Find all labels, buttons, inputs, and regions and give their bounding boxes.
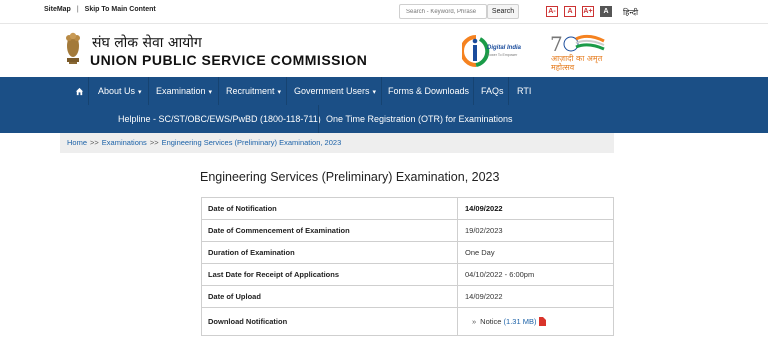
nav-item-about-us[interactable]: About Us ▾ xyxy=(98,77,142,105)
pdf-icon[interactable] xyxy=(539,317,547,327)
table-row: Date of Upload 14/09/2022 xyxy=(201,285,614,308)
table-row: Last Date for Receipt of Applications 04… xyxy=(201,263,614,286)
digital-india-tagline: Power To Empower xyxy=(487,53,518,57)
table-row: Date of Commencement of Examination 19/0… xyxy=(201,219,614,242)
row-label: Date of Commencement of Examination xyxy=(201,219,458,242)
row-label: Duration of Examination xyxy=(201,241,458,264)
digital-india-logo-icon[interactable] xyxy=(462,31,522,71)
utility-links: SiteMap | Skip To Main Content xyxy=(44,6,156,13)
search-input[interactable] xyxy=(399,4,487,19)
nav-item-recruitment[interactable]: Recruitment ▾ xyxy=(226,77,281,105)
breadcrumb-separator: >> xyxy=(90,138,99,147)
azadi-text: आज़ादी का अमृत महोत्सव xyxy=(551,54,603,72)
home-icon xyxy=(75,88,83,96)
breadcrumb-home[interactable]: Home xyxy=(67,138,87,147)
site-title: UNION PUBLIC SERVICE COMMISSION xyxy=(90,52,368,68)
nav-item-examination[interactable]: Examination ▾ xyxy=(156,77,212,105)
table-row: Date of Notification 14/09/2022 xyxy=(201,197,614,220)
nav-divider xyxy=(508,77,509,105)
skip-to-main-link[interactable]: Skip To Main Content xyxy=(85,6,156,13)
nav-item-faqs[interactable]: FAQs xyxy=(481,77,504,105)
exam-info-table: Date of Notification 14/09/2022 Date of … xyxy=(201,197,614,336)
chevron-down-icon: ▾ xyxy=(372,89,377,96)
row-label: Date of Upload xyxy=(201,285,458,308)
nav-item-otr[interactable]: One Time Registration (OTR) for Examinat… xyxy=(326,105,513,133)
nav-divider xyxy=(473,77,474,105)
download-cell: » Notice (1.31 MB) xyxy=(457,307,614,336)
row-label: Last Date for Receipt of Applications xyxy=(201,263,458,286)
font-decrease-button[interactable]: A- xyxy=(546,6,558,17)
row-label: Download Notification xyxy=(201,307,458,336)
nav-row-primary: About Us ▾ Examination ▾ Recruitment ▾ Gove… xyxy=(0,77,768,105)
nav-divider xyxy=(218,77,219,105)
site-header: संघ लोक सेवा आयोग UNION PUBLIC SERVICE C… xyxy=(0,24,768,77)
nav-divider xyxy=(381,77,382,105)
notice-link-text[interactable]: Notice xyxy=(480,317,501,326)
row-value: 19/02/2023 xyxy=(457,219,614,242)
breadcrumb: Home >> Examinations >> Engineering Services… xyxy=(60,133,614,153)
nav-home[interactable] xyxy=(72,77,86,105)
breadcrumb-examinations[interactable]: Examinations xyxy=(102,138,147,147)
bullet-arrow: » xyxy=(472,316,477,326)
nav-item-government-users[interactable]: Government Users ▾ xyxy=(294,77,376,105)
language-hindi-link[interactable]: हिन्दी xyxy=(623,7,638,18)
svg-text:7: 7 xyxy=(550,32,563,56)
row-value: One Day xyxy=(457,241,614,264)
nav-item-helpline[interactable]: Helpline - SC/ST/OBC/EWS/PwBD (1800-118-… xyxy=(118,105,321,133)
row-label: Date of Notification xyxy=(201,197,458,220)
sitemap-link[interactable]: SiteMap xyxy=(44,6,71,13)
nav-divider xyxy=(286,77,287,105)
font-increase-button[interactable]: A+ xyxy=(582,6,594,17)
table-row: Download Notification » Notice (1.31 MB) xyxy=(201,307,614,336)
digital-india-label: Digital India xyxy=(487,45,522,51)
table-row: Duration of Examination One Day xyxy=(201,241,614,264)
nav-divider xyxy=(88,77,89,105)
nav-divider xyxy=(318,105,319,133)
breadcrumb-current[interactable]: Engineering Services (Preliminary) Exami… xyxy=(162,138,342,147)
top-utility-bar: SiteMap | Skip To Main Content Search A- A… xyxy=(0,0,768,24)
hindi-title: संघ लोक सेवा आयोग xyxy=(92,35,202,51)
national-emblem-icon xyxy=(66,32,80,64)
page-title: Engineering Services (Preliminary) Exami… xyxy=(200,170,500,184)
high-contrast-button[interactable]: A xyxy=(600,6,612,17)
main-navigation: About Us ▾ Examination ▾ Recruitment ▾ Gove… xyxy=(0,77,768,133)
breadcrumb-separator: >> xyxy=(149,138,159,147)
row-value: 14/09/2022 xyxy=(457,285,614,308)
nav-row-secondary: Helpline - SC/ST/OBC/EWS/PwBD (1800-118-… xyxy=(0,105,768,133)
font-normal-button[interactable]: A xyxy=(564,6,576,17)
row-value: 14/09/2022 xyxy=(457,197,614,220)
utility-separator: | xyxy=(76,6,79,13)
nav-item-rti[interactable]: RTI xyxy=(517,77,531,105)
chevron-down-icon: ▾ xyxy=(208,89,213,96)
chevron-down-icon: ▾ xyxy=(277,89,282,96)
chevron-down-icon: ▾ xyxy=(138,89,142,96)
search-button[interactable]: Search xyxy=(487,4,519,19)
nav-divider xyxy=(148,77,149,105)
notice-file-size[interactable]: (1.31 MB) xyxy=(504,317,537,326)
nav-item-forms-downloads[interactable]: Forms & Downloads xyxy=(388,77,469,105)
row-value: 04/10/2022 - 6:00pm xyxy=(457,263,614,286)
notice-download-link[interactable]: » Notice (1.31 MB) xyxy=(465,316,547,327)
